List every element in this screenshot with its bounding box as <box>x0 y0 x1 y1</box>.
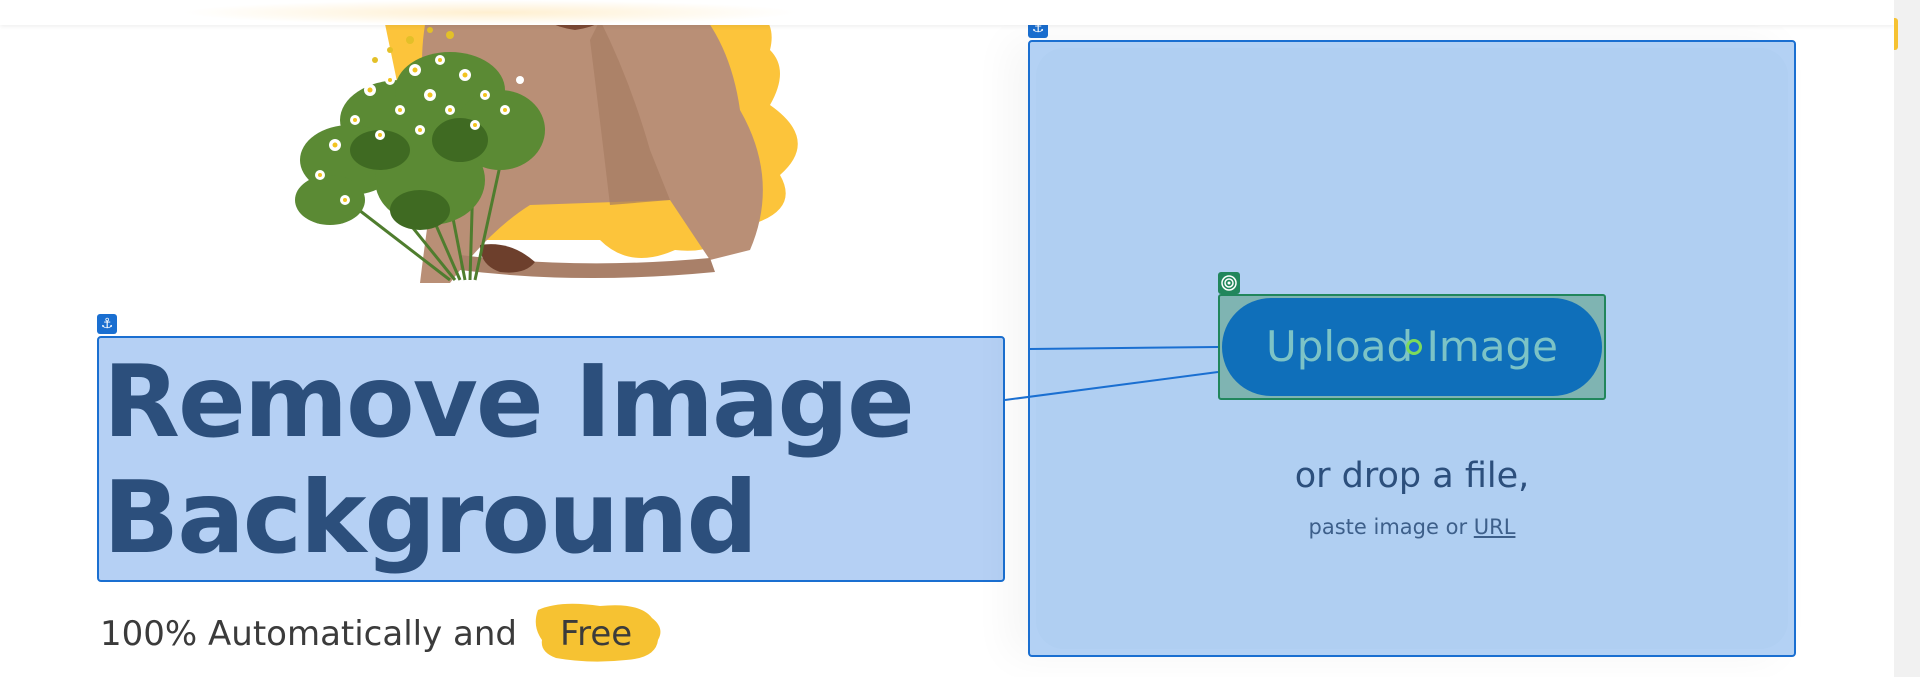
header-glow <box>180 0 800 25</box>
page-scrollbar[interactable] <box>1894 0 1920 677</box>
headline-anchor-icon[interactable]: ⚓ <box>97 314 117 334</box>
top-header-bar <box>0 0 1894 25</box>
headline-line-2: Background <box>103 459 758 576</box>
tagline: 100% Automatically and <box>100 614 517 654</box>
drop-file-text: or drop a file, <box>1294 456 1530 496</box>
headline-selection: Remove Image Background <box>97 336 1005 582</box>
url-link[interactable]: URL <box>1474 515 1516 539</box>
paste-prefix: paste image or <box>1308 515 1468 539</box>
target-icon[interactable] <box>1218 272 1240 294</box>
scrollbar-accent <box>1894 18 1898 50</box>
paste-instructions: paste image or URL <box>1040 512 1784 542</box>
page-title: Remove Image Background <box>103 343 915 576</box>
cursor-indicator <box>1406 339 1422 355</box>
free-label: Free <box>560 614 633 654</box>
headline-line-1: Remove Image <box>103 343 915 460</box>
hero-image <box>286 0 798 283</box>
